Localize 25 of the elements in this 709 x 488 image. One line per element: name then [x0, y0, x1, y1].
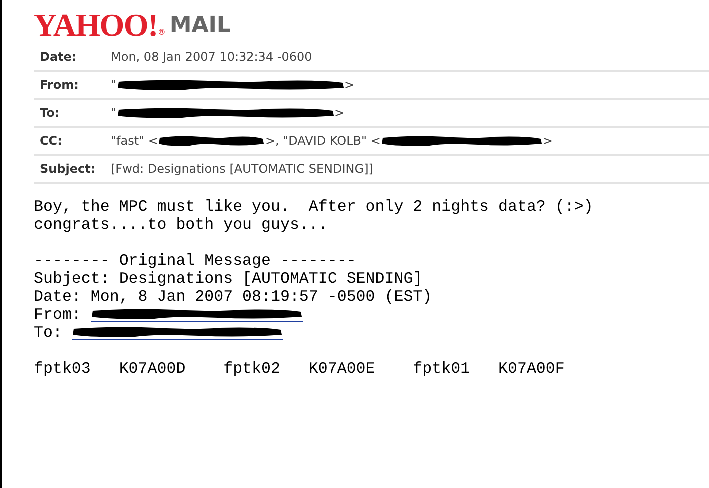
- logo-product: MAIL: [170, 13, 231, 39]
- message-line: fptk03 K07A00D fptk02 K07A00E fptk01 K07A00F: [34, 360, 566, 378]
- header-value: >: [344, 77, 355, 94]
- message-line: Date: Mon, 8 Jan 2007 08:19:57 -0500 (EST): [34, 288, 434, 306]
- message-label: From:: [34, 306, 82, 324]
- message-line: -------- Original Message --------: [34, 252, 358, 270]
- header-value: >, "DAVID KOLB" <: [265, 133, 381, 150]
- header-label: Date:: [39, 49, 78, 66]
- header-label: To:: [39, 105, 61, 122]
- message-label: To:: [34, 324, 64, 342]
- message-line: congrats....to both you guys...: [34, 216, 329, 234]
- header-value: ": [111, 105, 117, 122]
- header-value: >: [542, 133, 553, 150]
- header-value: [Fwd: Designations [AUTOMATIC SENDING]]: [111, 161, 374, 178]
- header-value: >: [334, 105, 345, 122]
- logo-wordmark: YAHOO!: [34, 8, 158, 42]
- header-value: ": [111, 77, 117, 94]
- message-line: Subject: Designations [AUTOMATIC SENDING]: [34, 270, 424, 288]
- message-line: Boy, the MPC must like you. After only 2 nights data? (:>): [34, 198, 594, 216]
- header-value: Mon, 08 Jan 2007 10:32:34 -0600: [111, 49, 312, 66]
- header-label: CC:: [39, 133, 64, 150]
- header-label: From:: [39, 77, 80, 94]
- registered-mark: ®: [158, 28, 166, 38]
- header-label: Subject:: [39, 161, 97, 178]
- header-value: "fast" <: [111, 133, 158, 150]
